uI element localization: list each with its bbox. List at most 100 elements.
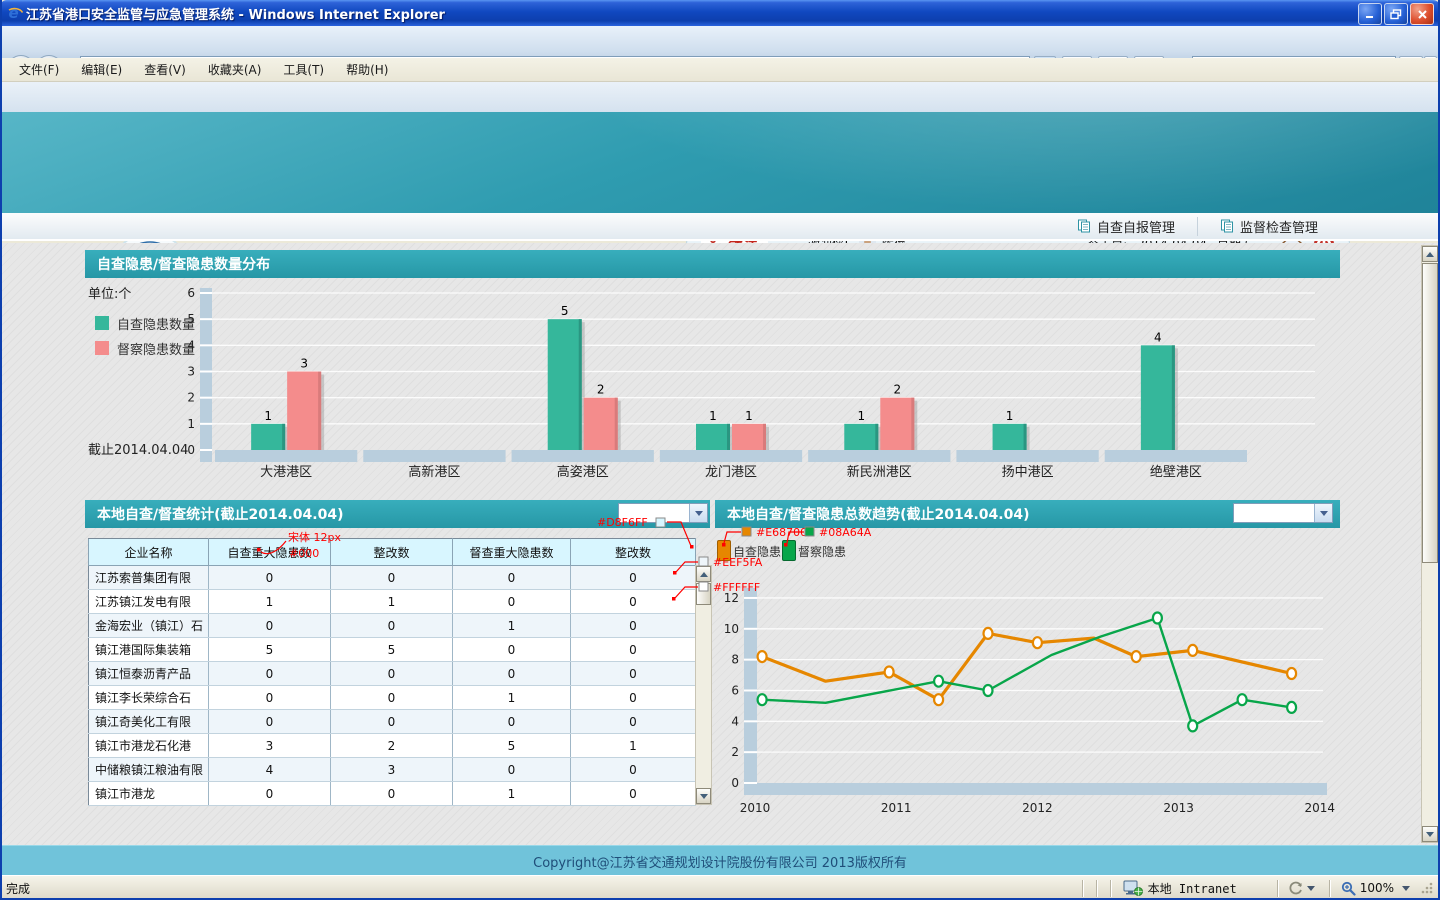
- sub-nav: 自查自报管理 监督检查管理: [0, 213, 1440, 241]
- bar-panel-header: 自查隐患/督查隐患数量分布: [85, 250, 1340, 278]
- table-cell: 江苏镇江发电有限: [89, 590, 209, 614]
- svg-text:2: 2: [893, 383, 901, 397]
- table-cell: 0: [331, 710, 453, 734]
- table-scrollbar[interactable]: [695, 565, 712, 805]
- table-row[interactable]: 镇江市港龙石化港3251: [89, 734, 696, 758]
- svg-text:1: 1: [264, 409, 272, 423]
- menu-item[interactable]: 编辑(E): [70, 58, 133, 81]
- table-row[interactable]: 江苏索普集团有限0000: [89, 566, 696, 590]
- minimize-button[interactable]: [1358, 3, 1382, 25]
- protected-mode-icon[interactable]: [1288, 880, 1304, 896]
- page-scroll-up-button[interactable]: [1422, 246, 1438, 262]
- subnav-item-supervision-inspection-management[interactable]: 监督检查管理: [1197, 217, 1340, 236]
- svg-text:1: 1: [187, 417, 195, 431]
- page-scroll-down-button[interactable]: [1422, 826, 1438, 842]
- svg-text:2: 2: [597, 383, 605, 397]
- svg-text:1: 1: [709, 409, 717, 423]
- table-cell: 0: [209, 566, 331, 590]
- svg-text:12: 12: [724, 591, 739, 605]
- table-cell: 镇江市港龙石化港: [89, 734, 209, 758]
- svg-text:4: 4: [187, 338, 195, 352]
- table-row[interactable]: 镇江奇美化工有限0000: [89, 710, 696, 734]
- menu-item[interactable]: 帮助(H): [335, 58, 399, 81]
- close-button[interactable]: [1410, 3, 1434, 25]
- table-row[interactable]: 镇江港国际集装箱5500: [89, 638, 696, 662]
- table-row[interactable]: 镇江市港龙0010: [89, 782, 696, 806]
- table-column-header: 整改数: [331, 539, 453, 566]
- svg-text:0: 0: [187, 443, 195, 457]
- intranet-zone-icon: [1123, 880, 1143, 896]
- table-cell: 0: [571, 566, 696, 590]
- table-cell: 0: [209, 614, 331, 638]
- resize-grip[interactable]: [1420, 881, 1434, 895]
- table-cell: 0: [331, 614, 453, 638]
- restore-button[interactable]: [1384, 3, 1408, 25]
- subnav-item-self-report-management[interactable]: 自查自报管理: [1055, 217, 1197, 236]
- table-scrollbar-thumb[interactable]: [696, 583, 711, 605]
- zoom-caret[interactable]: [1402, 886, 1410, 891]
- subnav-doc-icon: [1220, 219, 1234, 233]
- table-row[interactable]: 镇江李长荣综合石0010: [89, 686, 696, 710]
- svg-text:5: 5: [561, 304, 569, 318]
- table-cell: 1: [571, 734, 696, 758]
- svg-text:4: 4: [1154, 330, 1162, 344]
- table-column-header: 企业名称: [89, 539, 209, 566]
- table-scroll-down-button[interactable]: [696, 788, 711, 804]
- svg-text:1: 1: [1006, 409, 1014, 423]
- table-cell: 0: [209, 782, 331, 806]
- table-cell: 镇江奇美化工有限: [89, 710, 209, 734]
- copyright-text: Copyright@江苏省交通规划设计院股份有限公司 2013版权所有: [533, 852, 907, 871]
- menu-item[interactable]: 工具(T): [272, 58, 335, 81]
- svg-text:1: 1: [745, 409, 753, 423]
- svg-text:2: 2: [187, 391, 195, 405]
- protected-mode-caret[interactable]: [1307, 886, 1315, 891]
- svg-text:4: 4: [731, 714, 739, 728]
- table-cell: 镇江恒泰沥青产品: [89, 662, 209, 686]
- table-cell: 0: [453, 662, 571, 686]
- table-cell: 金海宏业（镇江）石: [89, 614, 209, 638]
- table-row[interactable]: 镇江恒泰沥青产品0000: [89, 662, 696, 686]
- table-cell: 5: [453, 734, 571, 758]
- page-scrollbar[interactable]: [1421, 245, 1439, 843]
- svg-text:1: 1: [857, 409, 865, 423]
- zoom-level[interactable]: 100%: [1360, 881, 1394, 895]
- table-cell: 中储粮镇江粮油有限: [89, 758, 209, 782]
- line-chart-canvas: 02468101220102011201220132014: [715, 530, 1421, 825]
- svg-text:5: 5: [187, 312, 195, 326]
- page-scrollbar-thumb[interactable]: [1422, 263, 1438, 563]
- table-cell: 0: [453, 566, 571, 590]
- stats-panel-title: 本地自查/督查统计(截止2014.04.04): [97, 504, 343, 524]
- svg-text:3: 3: [300, 357, 308, 371]
- table-cell: 0: [571, 590, 696, 614]
- table-cell: 0: [209, 662, 331, 686]
- table-cell: 5: [331, 638, 453, 662]
- menu-item[interactable]: 文件(F): [8, 58, 70, 81]
- table-scroll-up-button[interactable]: [696, 566, 711, 582]
- table-cell: 5: [209, 638, 331, 662]
- table-cell: 1: [453, 782, 571, 806]
- svg-text:绝壁港区: 绝壁港区: [1150, 464, 1202, 480]
- trend-filter-dropdown[interactable]: [1233, 503, 1333, 523]
- table-row[interactable]: 金海宏业（镇江）石0010: [89, 614, 696, 638]
- bar-panel-title: 自查隐患/督查隐患数量分布: [97, 254, 270, 274]
- subnav-doc-icon: [1077, 219, 1091, 233]
- table-header-row: 企业名称自查重大隐患数整改数督查重大隐患数整改数: [89, 539, 696, 566]
- table-cell: 3: [209, 734, 331, 758]
- svg-text:大港港区: 大港港区: [260, 465, 312, 480]
- trend-panel-title: 本地自查/督查隐患总数趋势(截止2014.04.04): [727, 504, 1029, 524]
- table-cell: 0: [453, 638, 571, 662]
- window-title: 江苏省港口安全监管与应急管理系统 - Windows Internet Expl…: [26, 4, 445, 23]
- table-row[interactable]: 江苏镇江发电有限1100: [89, 590, 696, 614]
- status-text: 完成: [6, 880, 30, 897]
- table-column-header: 督查重大隐患数: [453, 539, 571, 566]
- menu-item[interactable]: 查看(V): [133, 58, 197, 81]
- statistics-filter-dropdown[interactable]: [618, 503, 708, 523]
- svg-text:0: 0: [731, 776, 739, 790]
- table-cell: 4: [209, 758, 331, 782]
- table-cell: 1: [453, 614, 571, 638]
- menu-item[interactable]: 收藏夹(A): [197, 58, 273, 81]
- table-row[interactable]: 中储粮镇江粮油有限4300: [89, 758, 696, 782]
- subnav-item-label: 监督检查管理: [1240, 217, 1318, 236]
- table-cell: 1: [331, 590, 453, 614]
- table-cell: 3: [331, 758, 453, 782]
